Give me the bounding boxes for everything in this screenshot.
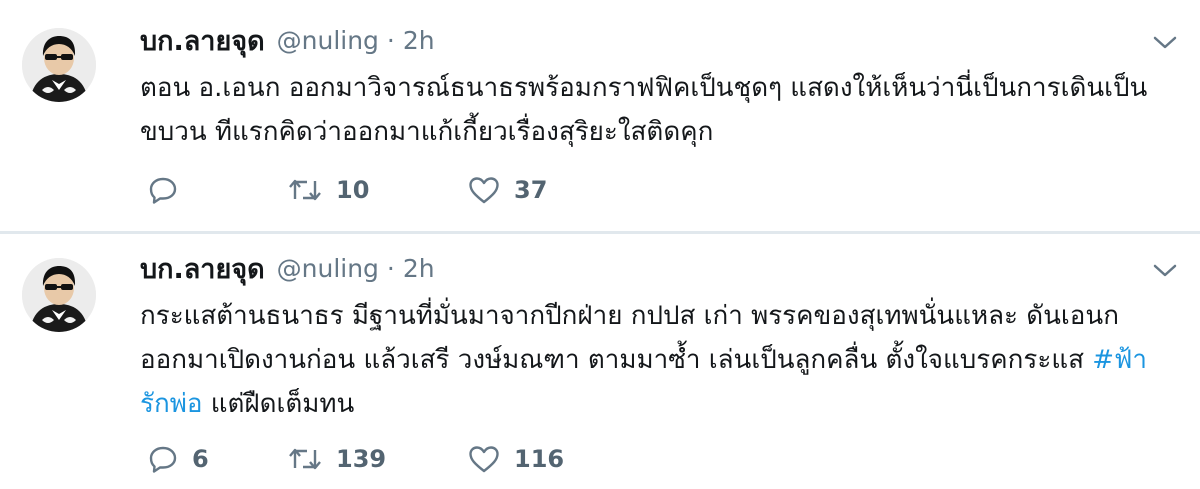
timestamp[interactable]: 2h: [403, 254, 435, 283]
reply-icon: [149, 446, 177, 473]
hashtag-link[interactable]: รักพ่อ: [140, 389, 202, 419]
timestamp[interactable]: 2h: [403, 26, 435, 55]
reply-icon: [149, 177, 177, 204]
retweet-icon: [289, 179, 321, 201]
avatar[interactable]: [22, 258, 96, 332]
separator-dot: ·: [386, 253, 395, 283]
user-handle[interactable]: @nuling: [277, 254, 379, 283]
retweet-count: 139: [336, 445, 387, 473]
tweet-actions: 10 37: [148, 172, 628, 208]
retweet-count: 10: [336, 176, 370, 204]
display-name[interactable]: บก.ลายจุด: [140, 247, 265, 290]
tweet-text-line: กระแสต้านธนาธร มีฐานที่มั่นมาจากปีกฝ่าย …: [140, 301, 1119, 331]
tweet[interactable]: บก.ลายจุด @nuling · 2h ตอน อ.เอนก ออกมาว…: [0, 0, 1200, 232]
reply-button[interactable]: [148, 176, 288, 204]
tweet-header: บก.ลายจุด @nuling · 2h: [140, 248, 435, 288]
tweet-text-line: ขบวน ทีแรกคิดว่าออกมาแก้เกี้ยวเรื่องสุริ…: [140, 117, 714, 147]
tweet-actions: 6 139 116: [148, 441, 628, 477]
retweet-button[interactable]: 10: [288, 176, 468, 204]
avatar-image: [22, 28, 96, 102]
like-button[interactable]: 37: [468, 176, 628, 204]
more-options-button[interactable]: [1152, 262, 1178, 280]
retweet-button[interactable]: 139: [288, 445, 468, 473]
hashtag-link[interactable]: #ฟ้า: [1092, 345, 1147, 375]
tweet-text-line: รักพ่อ แต่ฝืดเต็มทน: [140, 382, 1190, 426]
tweet-text-line: ออกมาเปิดงานก่อน แล้วเสรี วงษ์มณฑา ตามมา…: [140, 338, 1190, 382]
like-count: 37: [514, 176, 548, 204]
chevron-down-icon: [1153, 36, 1177, 49]
user-handle[interactable]: @nuling: [277, 26, 379, 55]
reply-button[interactable]: 6: [148, 445, 288, 473]
like-icon: [469, 446, 499, 473]
avatar[interactable]: [22, 28, 96, 102]
like-icon: [469, 177, 499, 204]
tweet-text-line: ตอน อ.เอนก ออกมาวิจารณ์ธนาธรพร้อมกราฟฟิค…: [140, 73, 1148, 103]
timeline: บก.ลายจุด @nuling · 2h ตอน อ.เอนก ออกมาว…: [0, 0, 1200, 489]
chevron-down-icon: [1153, 264, 1177, 277]
like-count: 116: [514, 445, 565, 473]
tweet-text-segment: แต่ฝืดเต็มทน: [202, 389, 355, 419]
tweet-header: บก.ลายจุด @nuling · 2h: [140, 20, 435, 60]
tweet[interactable]: บก.ลายจุด @nuling · 2h กระแสต้านธนาธร มี…: [0, 234, 1200, 489]
tweet-text: กระแสต้านธนาธร มีฐานที่มั่นมาจากปีกฝ่าย …: [140, 294, 1190, 426]
more-options-button[interactable]: [1152, 34, 1178, 52]
like-button[interactable]: 116: [468, 445, 628, 473]
display-name[interactable]: บก.ลายจุด: [140, 19, 265, 62]
tweet-text-segment: ออกมาเปิดงานก่อน แล้วเสรี วงษ์มณฑา ตามมา…: [140, 345, 1093, 375]
separator-dot: ·: [386, 25, 395, 55]
reply-count: 6: [192, 445, 209, 473]
tweet-text: ตอน อ.เอนก ออกมาวิจารณ์ธนาธรพร้อมกราฟฟิค…: [140, 66, 1190, 154]
retweet-icon: [289, 448, 321, 470]
avatar-image: [22, 258, 96, 332]
